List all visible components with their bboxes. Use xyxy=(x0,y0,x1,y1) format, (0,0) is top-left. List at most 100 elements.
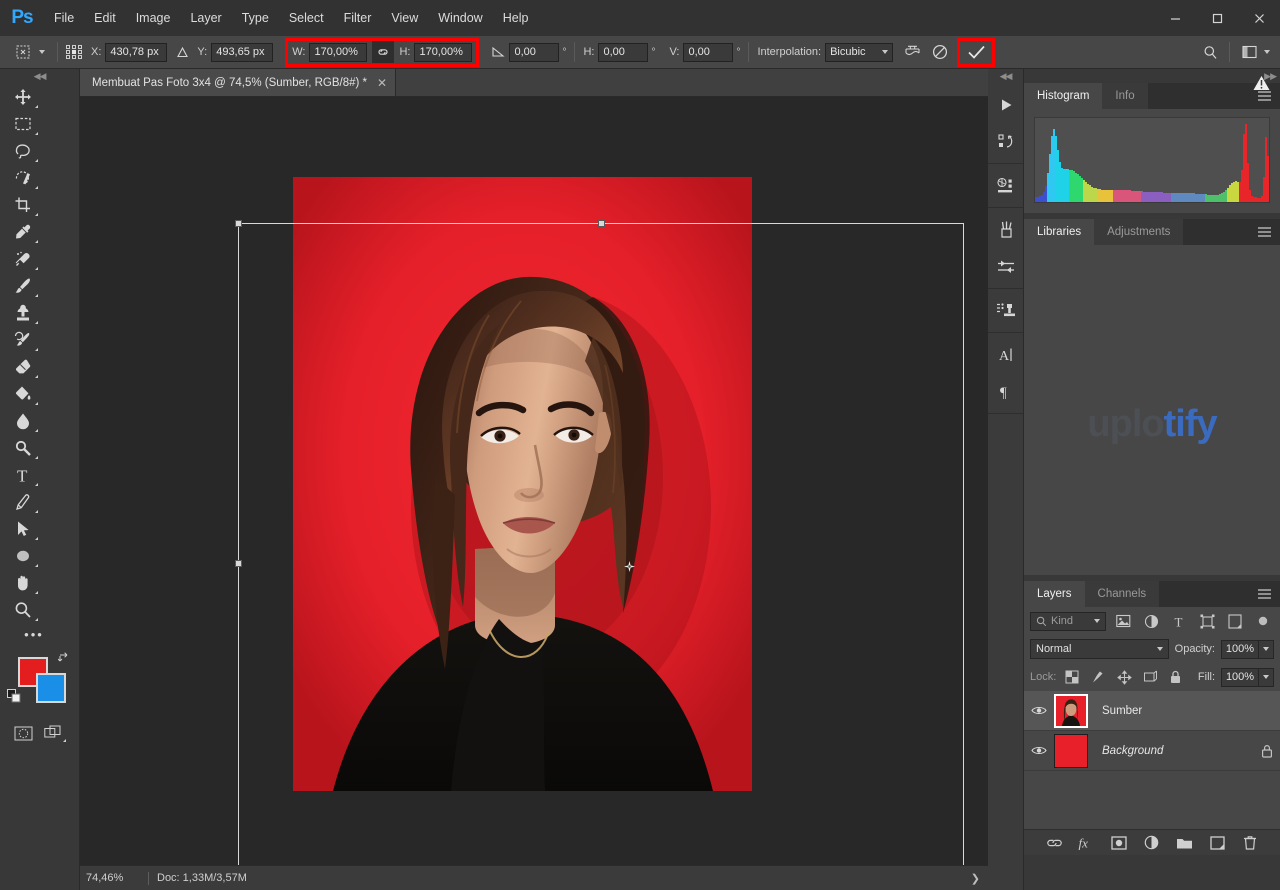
fill-stepper[interactable] xyxy=(1259,667,1275,687)
brush-settings-panel-icon[interactable] xyxy=(988,248,1024,285)
lock-position-icon[interactable] xyxy=(1114,667,1134,687)
vertical-skew-input[interactable]: 0,00 xyxy=(683,42,734,62)
layer-visibility-eye-icon[interactable] xyxy=(1024,691,1054,731)
warp-toggle-icon[interactable] xyxy=(901,41,923,63)
character-panel-icon[interactable]: A xyxy=(988,336,1024,373)
free-transform-tool-icon[interactable] xyxy=(12,41,34,63)
lock-transparency-icon[interactable] xyxy=(1062,667,1082,687)
layer-thumbnail[interactable] xyxy=(1054,733,1088,768)
quick-mask-icon[interactable] xyxy=(8,721,38,745)
filter-toggle-icon[interactable] xyxy=(1252,611,1274,631)
quick-selection-tool[interactable] xyxy=(6,164,40,191)
history-panel-icon[interactable] xyxy=(988,123,1024,160)
eraser-tool[interactable] xyxy=(6,353,40,380)
smartobject-filter-icon[interactable] xyxy=(1224,611,1246,631)
lock-all-icon[interactable] xyxy=(1166,667,1186,687)
tab-channels[interactable]: Channels xyxy=(1084,581,1160,607)
commit-transform-checkmark-icon[interactable] xyxy=(964,41,988,63)
menu-file[interactable]: File xyxy=(44,0,84,36)
delete-layer-icon[interactable] xyxy=(1238,831,1262,855)
status-expand-arrow-icon[interactable]: ❯ xyxy=(971,872,988,885)
edit-toolbar-ellipsis-icon[interactable]: ••• xyxy=(0,623,68,645)
actions-panel-icon[interactable] xyxy=(988,86,1024,123)
tool-preset-caret-icon[interactable] xyxy=(39,50,45,54)
opacity-stepper[interactable] xyxy=(1259,639,1274,659)
menu-filter[interactable]: Filter xyxy=(334,0,382,36)
horizontal-skew-input[interactable]: 0,00 xyxy=(598,42,649,62)
ellipse-shape-tool[interactable] xyxy=(6,542,40,569)
blur-tool[interactable] xyxy=(6,407,40,434)
type-tool[interactable]: T xyxy=(6,461,40,488)
menu-view[interactable]: View xyxy=(381,0,428,36)
lock-image-icon[interactable] xyxy=(1088,667,1108,687)
close-tab-icon[interactable]: ✕ xyxy=(377,76,387,90)
layer-thumbnail[interactable] xyxy=(1054,693,1088,728)
screen-mode-icon[interactable] xyxy=(38,721,68,745)
transform-handle-top-left[interactable] xyxy=(235,220,242,227)
tab-histogram[interactable]: Histogram xyxy=(1024,83,1103,109)
document-image[interactable] xyxy=(293,177,752,791)
menu-type[interactable]: Type xyxy=(232,0,279,36)
layer-style-fx-icon[interactable]: fx xyxy=(1075,831,1099,855)
layer-visibility-eye-icon[interactable] xyxy=(1024,731,1054,771)
dodge-tool[interactable] xyxy=(6,434,40,461)
tab-layers[interactable]: Layers xyxy=(1024,581,1085,607)
menu-image[interactable]: Image xyxy=(126,0,181,36)
maximize-button[interactable] xyxy=(1196,0,1238,36)
strip-grip[interactable]: ◀◀ xyxy=(988,69,1023,83)
cached-data-warning-icon[interactable] xyxy=(1253,75,1270,96)
libraries-body[interactable]: uplotify xyxy=(1024,245,1280,575)
relative-position-icon[interactable] xyxy=(171,41,193,63)
rectangular-marquee-tool[interactable] xyxy=(6,110,40,137)
layer-row[interactable]: Background xyxy=(1024,731,1280,771)
search-icon[interactable] xyxy=(1199,41,1221,63)
minimize-button[interactable] xyxy=(1154,0,1196,36)
document-tab[interactable]: Membuat Pas Foto 3x4 @ 74,5% (Sumber, RG… xyxy=(80,69,397,96)
new-layer-icon[interactable] xyxy=(1205,831,1229,855)
workspace-caret-icon[interactable] xyxy=(1264,50,1270,54)
3d-panel-icon[interactable] xyxy=(988,167,1024,204)
zoom-level-field[interactable]: 74,46% xyxy=(80,872,140,884)
brush-presets-panel-icon[interactable] xyxy=(988,211,1024,248)
menu-edit[interactable]: Edit xyxy=(84,0,126,36)
menu-layer[interactable]: Layer xyxy=(180,0,231,36)
blend-mode-select[interactable]: Normal xyxy=(1030,639,1169,659)
height-scale-input[interactable]: 170,00% xyxy=(414,42,473,62)
transform-handle-middle-left[interactable] xyxy=(235,560,242,567)
tab-adjustments[interactable]: Adjustments xyxy=(1094,219,1184,245)
healing-brush-tool[interactable] xyxy=(6,245,40,272)
type-filter-icon[interactable]: T xyxy=(1168,611,1190,631)
eyedropper-tool[interactable] xyxy=(6,218,40,245)
new-adjustment-layer-icon[interactable] xyxy=(1140,831,1164,855)
default-colors-icon[interactable] xyxy=(7,689,22,709)
hand-tool[interactable] xyxy=(6,569,40,596)
background-color-swatch[interactable] xyxy=(36,673,66,703)
swap-colors-icon[interactable] xyxy=(57,651,71,667)
toolbar-grip[interactable]: ◀◀ xyxy=(0,69,79,83)
menu-select[interactable]: Select xyxy=(279,0,334,36)
x-position-input[interactable]: 430,78 px xyxy=(105,42,168,62)
new-group-icon[interactable] xyxy=(1173,831,1197,855)
canvas-area[interactable] xyxy=(80,97,988,865)
reference-point-selector[interactable] xyxy=(66,45,83,59)
menu-window[interactable]: Window xyxy=(428,0,492,36)
transform-reference-point-icon[interactable] xyxy=(624,559,635,572)
histogram-graph[interactable] xyxy=(1034,117,1270,203)
move-tool[interactable] xyxy=(6,83,40,110)
panel-menu-icon[interactable] xyxy=(1257,587,1272,605)
y-position-input[interactable]: 493,65 px xyxy=(211,42,274,62)
add-layer-mask-icon[interactable] xyxy=(1107,831,1131,855)
crop-tool[interactable] xyxy=(6,191,40,218)
opacity-value[interactable]: 100% xyxy=(1221,639,1259,659)
layer-kind-filter[interactable]: Kind xyxy=(1030,611,1106,631)
rotation-input[interactable]: 0,00 xyxy=(509,42,560,62)
layer-row[interactable]: Sumber xyxy=(1024,691,1280,731)
clone-source-panel-icon[interactable] xyxy=(988,292,1024,329)
zoom-tool[interactable] xyxy=(6,596,40,623)
lock-artboard-icon[interactable] xyxy=(1140,667,1160,687)
cancel-transform-icon[interactable] xyxy=(929,41,951,63)
close-button[interactable] xyxy=(1238,0,1280,36)
dock-grip[interactable]: ▶▶ xyxy=(1024,69,1280,83)
gradient-tool[interactable] xyxy=(6,380,40,407)
fill-value[interactable]: 100% xyxy=(1221,667,1260,687)
